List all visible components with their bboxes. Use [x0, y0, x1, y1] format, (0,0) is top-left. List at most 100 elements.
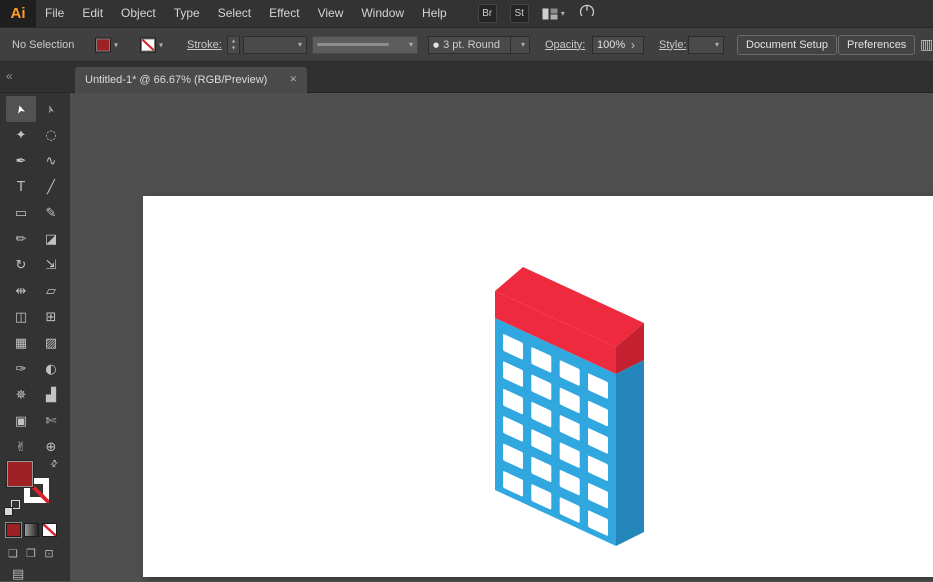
eraser-icon: ◪: [45, 232, 57, 247]
tool-eyedropper[interactable]: ✑: [6, 356, 36, 382]
bridge-button[interactable]: Br: [478, 4, 497, 23]
tool-curvature[interactable]: ∿: [36, 148, 66, 174]
gpu-performance-icon[interactable]: [578, 4, 596, 24]
stepper-down-icon[interactable]: ▾: [232, 45, 235, 52]
menu-bar: Ai File Edit Object Type Select Effect V…: [0, 0, 933, 28]
free-transform-icon: ▱: [46, 284, 56, 299]
type-icon: T: [17, 180, 25, 195]
menu-item-help[interactable]: Help: [413, 0, 456, 27]
style-dropdown[interactable]: ▾: [688, 36, 724, 54]
document-tab[interactable]: Untitled-1* @ 66.67% (RGB/Preview) ✕: [75, 67, 307, 93]
tool-eraser[interactable]: ◪: [36, 226, 66, 252]
curvature-icon: ∿: [46, 154, 57, 169]
art-blue-side-face: [616, 360, 644, 546]
direct-selection-tool-icon: ➢: [44, 103, 59, 115]
opacity-field-combo[interactable]: ›: [592, 36, 644, 54]
none-button[interactable]: [42, 523, 57, 537]
mesh-icon: ▦: [15, 336, 27, 351]
hand-icon: ✌: [16, 440, 27, 455]
tool-line-segment[interactable]: ╱: [36, 174, 66, 200]
tool-rotate[interactable]: ↻: [6, 252, 36, 278]
tool-rectangle[interactable]: ▭: [6, 200, 36, 226]
tool-type[interactable]: T: [6, 174, 36, 200]
menu-item-type[interactable]: Type: [165, 0, 209, 27]
tool-lasso[interactable]: ◌: [36, 122, 66, 148]
tool-blend[interactable]: ◐: [36, 356, 66, 382]
stroke-weight-dropdown[interactable]: ▾: [243, 36, 307, 54]
screen-mode-icon[interactable]: ▤: [12, 567, 24, 582]
pen-icon: ✒: [16, 154, 27, 169]
stroke-panel-link[interactable]: Stroke:: [187, 39, 222, 51]
draw-normal-icon[interactable]: ❏: [4, 545, 22, 561]
menu-item-file[interactable]: File: [36, 0, 73, 27]
menu-item-object[interactable]: Object: [112, 0, 165, 27]
tool-perspective-grid[interactable]: ⊞: [36, 304, 66, 330]
tool-artboard[interactable]: ▣: [6, 408, 36, 434]
style-panel-link[interactable]: Style:: [659, 39, 687, 51]
stock-button[interactable]: St: [510, 4, 529, 23]
menu-item-select[interactable]: Select: [209, 0, 260, 27]
default-fill-stroke[interactable]: [4, 500, 22, 518]
stroke-weight-stepper[interactable]: ▴ ▾: [227, 35, 240, 54]
fill-color-combo[interactable]: ▾: [95, 37, 118, 52]
blend-icon: ◐: [45, 362, 56, 377]
tool-symbol-sprayer[interactable]: ✵: [6, 382, 36, 408]
tool-selection[interactable]: ➤: [6, 96, 36, 122]
menu-item-edit[interactable]: Edit: [73, 0, 112, 27]
tool-zoom[interactable]: ⊕: [36, 434, 66, 460]
preferences-button[interactable]: Preferences: [838, 35, 915, 55]
tool-direct-selection[interactable]: ➢: [36, 96, 66, 122]
workspace-icon: [542, 8, 558, 20]
tool-paintbrush[interactable]: ✎: [36, 200, 66, 226]
isometric-calendar-artwork[interactable]: [480, 255, 670, 555]
tool-shape-builder[interactable]: ◫: [6, 304, 36, 330]
scale-icon: ⇲: [46, 258, 57, 273]
tool-mesh[interactable]: ▦: [6, 330, 36, 356]
artboard[interactable]: [143, 196, 933, 577]
stepper-up-icon[interactable]: ▴: [232, 38, 235, 45]
magic-wand-icon: ✦: [16, 128, 27, 143]
shaper-icon: ✏: [16, 232, 27, 247]
canvas[interactable]: [70, 93, 933, 581]
eyedropper-icon: ✑: [16, 362, 27, 377]
tools-panel: ➤ ➢ ✦ ◌ ✒ ∿ T ╱ ▭ ✎ ✏ ◪ ↻ ⇲ ⇹ ▱ ◫ ⊞ ▦ ▨ …: [0, 93, 70, 581]
opacity-panel-link[interactable]: Opacity:: [545, 39, 585, 51]
collapse-panel-icon[interactable]: «: [6, 69, 13, 83]
tool-magic-wand[interactable]: ✦: [6, 122, 36, 148]
panel-toggle-icon[interactable]: ▥: [920, 37, 933, 53]
fill-color-swatch[interactable]: [95, 37, 111, 52]
menu-item-window[interactable]: Window: [352, 0, 413, 27]
workspace-switcher[interactable]: ▾: [542, 8, 565, 20]
stroke-none-swatch[interactable]: [140, 37, 156, 52]
shape-builder-icon: ◫: [15, 310, 27, 325]
color-button[interactable]: [6, 523, 21, 537]
document-setup-button[interactable]: Document Setup: [737, 35, 837, 55]
tool-column-graph[interactable]: ▟: [36, 382, 66, 408]
menu-item-view[interactable]: View: [309, 0, 353, 27]
tool-gradient[interactable]: ▨: [36, 330, 66, 356]
rotate-icon: ↻: [16, 258, 27, 273]
gradient-button[interactable]: [24, 523, 39, 537]
paintbrush-icon: ✎: [46, 206, 57, 221]
draw-inside-icon[interactable]: ⊡: [40, 545, 58, 561]
tool-hand[interactable]: ✌: [6, 434, 36, 460]
tool-pen[interactable]: ✒: [6, 148, 36, 174]
chevron-right-icon[interactable]: ›: [631, 40, 635, 50]
uniform-profile-preview: [317, 43, 389, 46]
tool-slice[interactable]: ✄: [36, 408, 66, 434]
fill-indicator[interactable]: [7, 461, 33, 487]
tool-scale[interactable]: ⇲: [36, 252, 66, 278]
opacity-input[interactable]: [597, 39, 627, 51]
menu-item-effect[interactable]: Effect: [260, 0, 308, 27]
chevron-down-icon: ▾: [561, 9, 565, 18]
tool-free-transform[interactable]: ▱: [36, 278, 66, 304]
close-icon[interactable]: ✕: [289, 75, 297, 85]
stroke-color-combo[interactable]: ▾: [140, 37, 163, 52]
chevron-down-icon: ▾: [409, 40, 413, 49]
brush-dropdown[interactable]: ● 3 pt. Round ▾: [428, 36, 530, 54]
tool-shaper[interactable]: ✏: [6, 226, 36, 252]
draw-behind-icon[interactable]: ❐: [22, 545, 40, 561]
document-tab-title: Untitled-1* @ 66.67% (RGB/Preview): [85, 74, 267, 86]
tool-width[interactable]: ⇹: [6, 278, 36, 304]
chevron-down-icon: ▾: [298, 40, 302, 49]
